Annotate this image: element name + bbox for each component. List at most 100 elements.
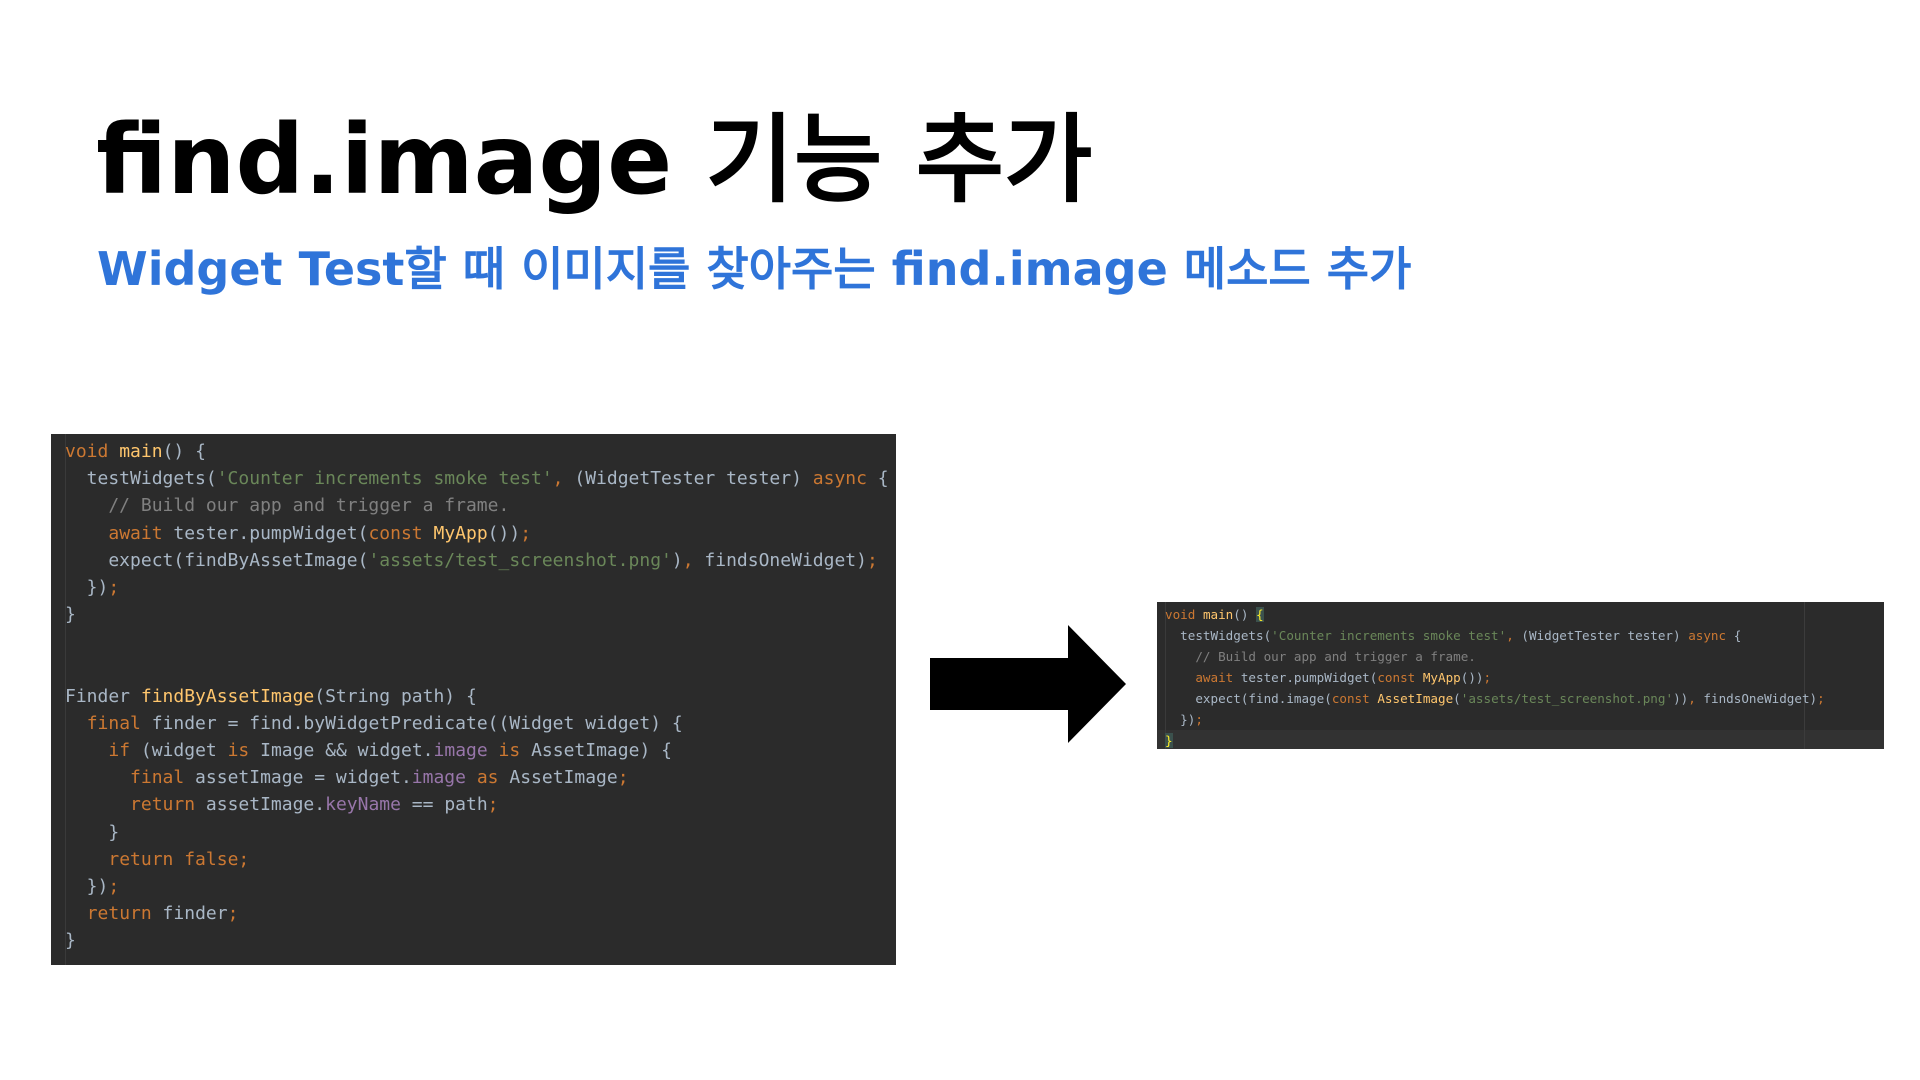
code-token: ; [520, 522, 532, 544]
code-line: void main() { [65, 438, 889, 465]
code-token: } [65, 821, 120, 843]
code-line: }); [1165, 709, 1825, 730]
code-token: testWidgets( [1165, 628, 1272, 643]
code-token: async [812, 468, 867, 490]
code-token: , [1688, 691, 1704, 706]
code-line: final finder = find.byWidgetPredicate((W… [65, 710, 889, 737]
code-token: , [1506, 628, 1522, 643]
code-token: return [130, 794, 196, 816]
code-line: testWidgets('Counter increments smoke te… [65, 465, 889, 492]
code-token: finder = find.byWidgetPredicate((Widget … [140, 712, 683, 734]
code-line: return false; [65, 846, 889, 873]
code-token: ; [1195, 712, 1203, 727]
code-token: async [1688, 628, 1727, 643]
code-token: tester.pumpWidget( [162, 522, 369, 544]
code-line: return finder; [65, 900, 889, 927]
code-token: == path [400, 794, 488, 816]
code-token: () { [162, 441, 206, 462]
code-token: assetImage. [195, 794, 326, 816]
code-token: image [411, 767, 466, 789]
code-line: expect(findByAssetImage('assets/test_scr… [65, 547, 889, 574]
code-token: 'assets/test_screenshot.png' [1460, 691, 1674, 706]
code-token: void [1165, 607, 1196, 622]
code-token: main [119, 441, 163, 462]
code-token: main [1202, 607, 1234, 622]
code-token: findsOneWidget) [704, 549, 867, 571]
code-line: }); [65, 574, 889, 601]
code-line: final assetImage = widget.image as Asset… [65, 764, 889, 791]
code-token: ()) [487, 522, 521, 544]
code-token: }) [1165, 712, 1196, 727]
code-token: testWidgets( [65, 468, 217, 490]
code-token: image [433, 740, 488, 762]
code-token: Image && widget. [249, 740, 434, 762]
code-token: // Build our app and trigger a frame. [65, 495, 510, 517]
code-token: 'Counter increments smoke test' [1271, 628, 1507, 643]
right-arrow-icon [930, 625, 1126, 743]
code-token: }) [65, 576, 109, 598]
code-token: void [65, 441, 109, 462]
code-token: Finder [65, 685, 141, 707]
code-token: await [1195, 670, 1234, 685]
code-token: final [130, 767, 185, 789]
code-before-panel: void main() { testWidgets('Counter incre… [51, 434, 896, 965]
code-token: if [108, 740, 131, 762]
code-token: { [1256, 607, 1264, 622]
code-token: ()) [1460, 670, 1484, 685]
code-token: { [1726, 628, 1742, 643]
code-line: return assetImage.keyName == path; [65, 791, 889, 818]
code-token: ( [1453, 691, 1461, 706]
code-token: , [552, 468, 575, 490]
code-token: ) [671, 549, 683, 571]
code-token: } [1165, 733, 1173, 748]
code-after-panel: void main() { testWidgets('Counter incre… [1157, 602, 1884, 749]
code-token: assetImage = widget. [184, 767, 412, 789]
code-token: ; [108, 576, 120, 598]
code-token: } [65, 604, 76, 626]
code-token: ; [1483, 670, 1492, 685]
code-token: expect(find.image( [1165, 691, 1332, 706]
code-token: findsOneWidget) [1703, 691, 1818, 706]
code-token: finder [151, 903, 228, 925]
code-line: } [1165, 730, 1825, 749]
code-line: testWidgets('Counter increments smoke te… [1165, 625, 1825, 646]
slide-subtitle: Widget Test할 때 이미지를 찾아주는 find.image 메소드 … [97, 242, 1412, 296]
code-lines: void main() { testWidgets('Counter incre… [1165, 604, 1825, 749]
code-line: } [65, 819, 889, 846]
code-token: (String path) { [314, 685, 477, 707]
code-token: const [1331, 691, 1370, 706]
code-line: Finder findByAssetImage(String path) { [65, 683, 889, 710]
slide-title: find.image 기능 추가 [96, 104, 1093, 216]
code-line: } [65, 601, 889, 628]
code-token: return [86, 903, 152, 925]
code-token: final [86, 712, 141, 734]
code-token: )) [1673, 691, 1689, 706]
code-token: MyApp [433, 522, 488, 544]
code-token: AssetImage) { [520, 740, 672, 762]
code-line: // Build our app and trigger a frame. [65, 492, 889, 519]
code-token: (widget [130, 740, 228, 762]
code-token: return false; [108, 848, 250, 870]
code-line: if (widget is Image && widget.image is A… [65, 737, 889, 764]
code-line: await tester.pumpWidget(const MyApp()); [1165, 667, 1825, 688]
code-token: } [65, 930, 76, 952]
code-token: const [368, 522, 423, 544]
code-token: () [1233, 607, 1257, 622]
code-token: tester.pumpWidget( [1233, 670, 1378, 685]
code-token: // Build our app and trigger a frame. [1165, 649, 1476, 664]
code-line: }); [65, 873, 889, 900]
code-token: { [866, 468, 889, 490]
